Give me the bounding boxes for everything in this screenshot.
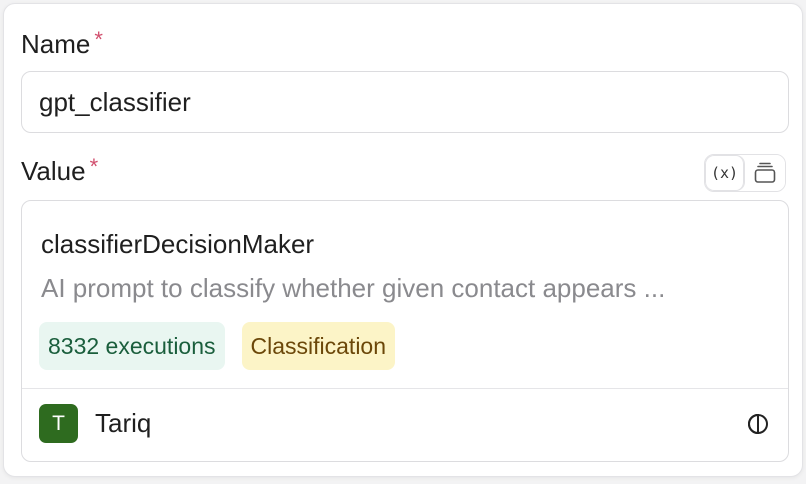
name-label-text: Name [21, 29, 91, 59]
variable-icon: (x) [710, 164, 739, 182]
half-circle-icon [748, 413, 768, 435]
author: T Tariq [39, 404, 151, 443]
stack-icon [754, 162, 776, 183]
avatar: T [39, 404, 78, 443]
name-input[interactable] [21, 71, 789, 133]
author-name: Tariq [95, 408, 152, 438]
card-action-button[interactable] [745, 411, 771, 437]
prompt-title: classifierDecisionMaker [41, 229, 315, 259]
library-mode-button[interactable] [745, 155, 785, 191]
name-required-marker: * [94, 27, 103, 52]
value-label: Value * [21, 156, 98, 187]
form-panel: Name * Value * (x) classifierDecisionMak… [3, 3, 803, 477]
value-mode-toggle: (x) [704, 154, 786, 192]
card-divider [22, 388, 788, 389]
category-badge: Classification [241, 322, 396, 370]
prompt-tags: 8332 executions Classification [39, 322, 396, 370]
name-label: Name * [21, 29, 103, 60]
prompt-card[interactable]: classifierDecisionMaker AI prompt to cla… [21, 200, 789, 462]
value-required-marker: * [89, 154, 99, 179]
prompt-description: AI prompt to classify whether given cont… [41, 273, 666, 303]
variable-mode-button[interactable]: (x) [705, 155, 745, 191]
value-label-text: Value [21, 156, 86, 186]
executions-badge: 8332 executions [39, 322, 225, 370]
